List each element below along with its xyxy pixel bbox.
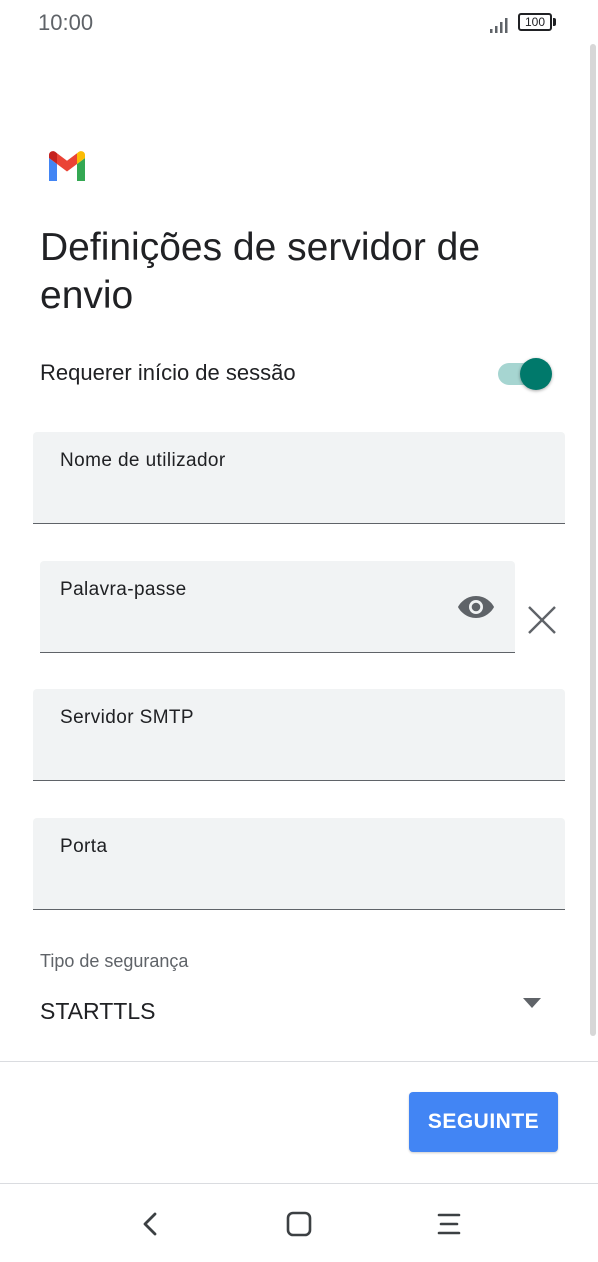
- password-input[interactable]: [60, 616, 440, 644]
- menu-icon[interactable]: [429, 1204, 469, 1244]
- password-label: Palavra-passe: [60, 579, 187, 600]
- eye-icon[interactable]: [457, 593, 495, 621]
- divider: [0, 1061, 598, 1062]
- home-icon[interactable]: [279, 1204, 319, 1244]
- toggle-thumb: [520, 358, 552, 390]
- security-type-label: Tipo de segurança: [40, 951, 189, 971]
- scrollbar[interactable]: [590, 44, 596, 1036]
- username-field[interactable]: Nome de utilizador: [33, 432, 565, 524]
- next-button[interactable]: SEGUINTE: [409, 1092, 558, 1152]
- username-label: Nome de utilizador: [60, 450, 226, 471]
- smtp-server-input[interactable]: [60, 744, 480, 772]
- status-bar: 10:00 100: [0, 0, 598, 48]
- battery-icon: 100: [518, 13, 558, 33]
- gmail-logo: [49, 151, 85, 181]
- security-type-value: STARTTLS: [40, 998, 156, 1024]
- password-field[interactable]: Palavra-passe: [40, 561, 515, 653]
- back-icon[interactable]: [131, 1204, 171, 1244]
- smtp-server-field[interactable]: Servidor SMTP: [33, 689, 565, 781]
- port-label: Porta: [60, 836, 108, 857]
- port-input[interactable]: [60, 873, 480, 901]
- require-signin-toggle[interactable]: [498, 358, 554, 390]
- close-icon[interactable]: [526, 604, 558, 636]
- security-type-select[interactable]: STARTTLS: [40, 990, 550, 1036]
- username-input[interactable]: [60, 487, 480, 515]
- status-time: 10:00: [38, 10, 94, 35]
- signal-icon: [490, 18, 508, 33]
- port-field[interactable]: Porta: [33, 818, 565, 910]
- page-title: Definições de servidor de envio: [40, 226, 481, 317]
- require-signin-label: Requerer início de sessão: [40, 360, 296, 385]
- smtp-server-label: Servidor SMTP: [60, 707, 195, 728]
- chevron-down-icon: [523, 998, 541, 1008]
- battery-level: 100: [518, 13, 552, 31]
- nav-bar: [0, 1184, 598, 1262]
